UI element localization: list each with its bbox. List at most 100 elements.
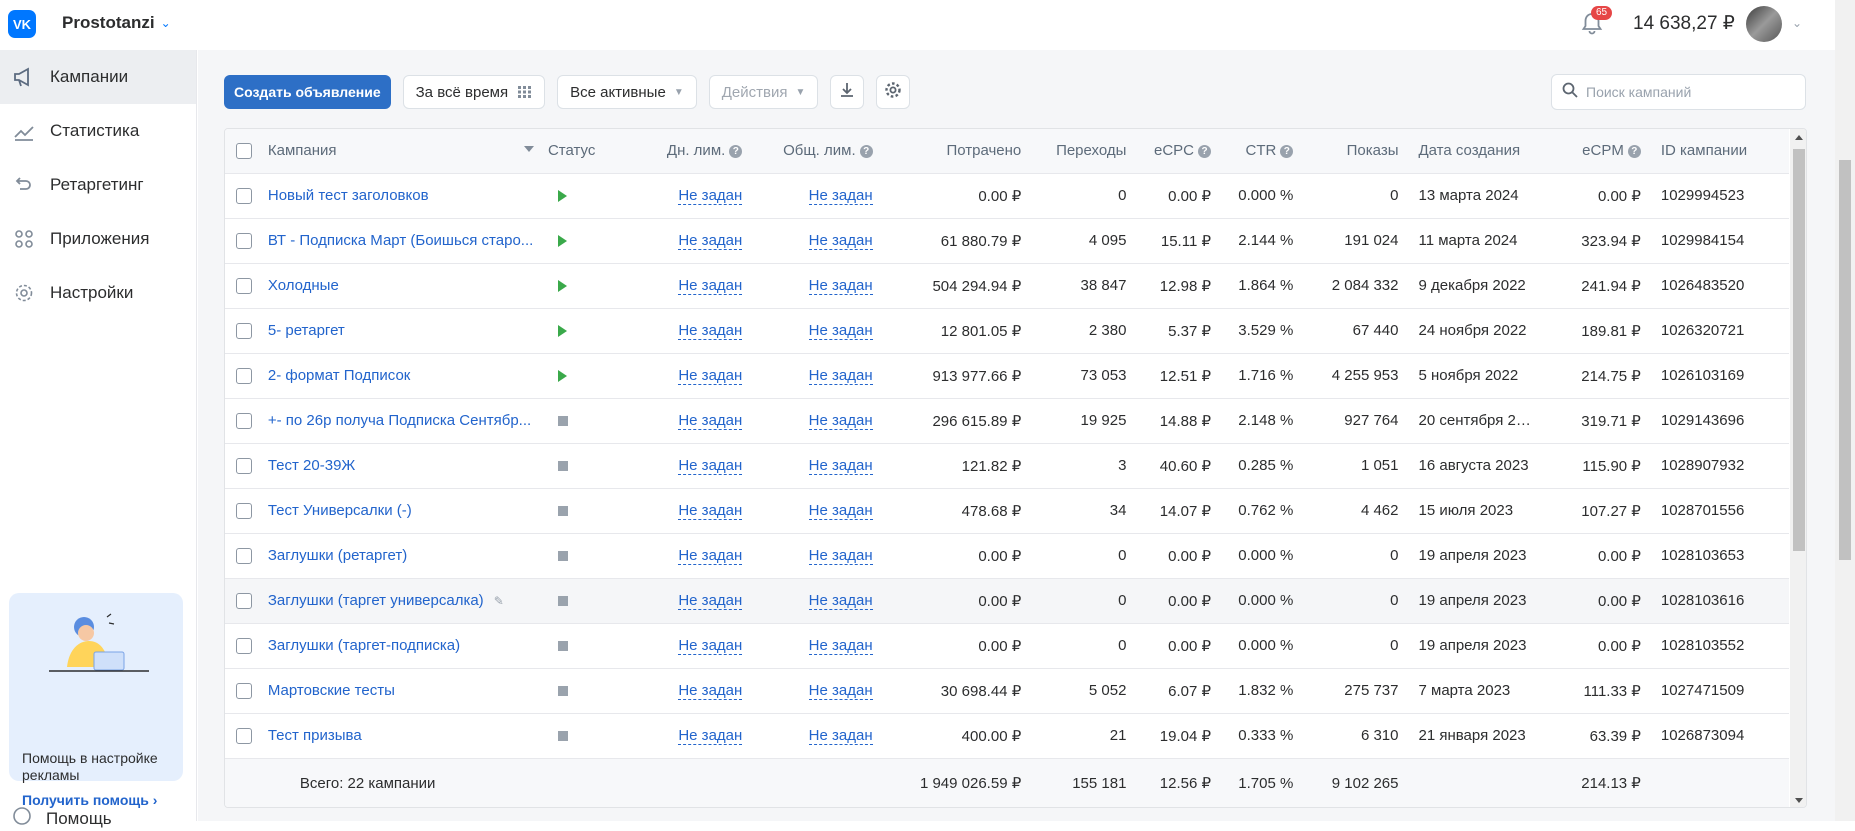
sidebar-item-campaigns[interactable]: Кампании xyxy=(0,50,196,104)
campaign-name-cell[interactable]: Мартовские тесты xyxy=(263,668,544,714)
campaign-name-cell[interactable]: Заглушки (ретаргет) xyxy=(263,533,544,579)
account-balance[interactable]: 14 638,27 ₽ xyxy=(1633,12,1735,35)
row-checkbox-cell[interactable] xyxy=(225,623,264,669)
help-icon[interactable]: ? xyxy=(729,145,743,159)
help-icon[interactable]: ? xyxy=(1280,145,1294,159)
table-row[interactable]: Заглушки (ретаргет) Не задан Не задан 0.00 … xyxy=(225,533,1789,579)
row-checkbox-cell[interactable] xyxy=(225,218,264,264)
day-limit-link[interactable]: Не задан xyxy=(678,682,743,700)
campaign-name-link[interactable]: Заглушки (ретаргет) xyxy=(268,547,407,564)
row-checkbox-cell[interactable] xyxy=(225,398,264,444)
table-row[interactable]: Тест призыва Не задан Не задан 400.00 ₽21 19… xyxy=(225,713,1789,759)
row-checkbox-cell[interactable] xyxy=(225,713,264,759)
status-active-icon[interactable] xyxy=(557,325,567,338)
status-stopped-icon[interactable] xyxy=(557,641,568,652)
status-cell[interactable] xyxy=(543,488,636,534)
status-cell[interactable] xyxy=(543,623,636,669)
total-limit-cell[interactable]: Не задан xyxy=(746,173,877,219)
col-clicks[interactable]: Переходы xyxy=(1025,129,1131,174)
create-ad-button[interactable]: Создать объявление xyxy=(224,75,391,109)
sidebar-item-apps[interactable]: Приложения xyxy=(0,212,196,266)
status-cell[interactable] xyxy=(543,353,636,399)
status-cell[interactable] xyxy=(543,668,636,714)
total-limit-link[interactable]: Не задан xyxy=(808,412,873,430)
row-checkbox-cell[interactable] xyxy=(225,308,264,354)
campaign-name-cell[interactable]: 2- формат Подписок xyxy=(263,353,544,399)
campaign-name-link[interactable]: ВТ - Подписка Март (Боишься старо... xyxy=(268,232,533,249)
status-stopped-icon[interactable] xyxy=(557,596,568,607)
sidebar-item-retargeting[interactable]: Ретаргетинг xyxy=(0,158,196,212)
col-status[interactable]: Статус xyxy=(543,129,636,174)
day-limit-cell[interactable]: Не задан xyxy=(635,713,747,759)
status-cell[interactable] xyxy=(543,578,636,624)
col-campaign[interactable]: Кампания xyxy=(263,129,544,174)
actions-dropdown[interactable]: Действия ▼ xyxy=(708,75,819,109)
row-checkbox[interactable] xyxy=(236,683,253,700)
account-switcher[interactable]: Prostotanzi ⌄ xyxy=(62,13,171,33)
day-limit-cell[interactable]: Не задан xyxy=(635,443,747,489)
campaign-name-link[interactable]: Тест 20-39Ж xyxy=(268,457,355,474)
day-limit-link[interactable]: Не задан xyxy=(678,502,743,520)
day-limit-link[interactable]: Не задан xyxy=(678,322,743,340)
status-stopped-icon[interactable] xyxy=(557,551,568,562)
total-limit-cell[interactable]: Не задан xyxy=(746,533,877,579)
total-limit-link[interactable]: Не задан xyxy=(808,457,873,475)
row-checkbox-cell[interactable] xyxy=(225,488,264,534)
select-all-checkbox-cell[interactable] xyxy=(225,129,264,174)
status-active-icon[interactable] xyxy=(557,235,567,248)
row-checkbox[interactable] xyxy=(236,548,253,565)
campaign-search[interactable] xyxy=(1551,74,1806,110)
edit-pencil-icon[interactable]: ✎ xyxy=(494,594,504,608)
help-icon[interactable]: ? xyxy=(1627,145,1641,159)
table-row[interactable]: Заглушки (таргет универсалка) ✎ Не задан Не… xyxy=(225,578,1789,624)
table-row[interactable]: 2- формат Подписок Не задан Не задан 913 97… xyxy=(225,353,1789,399)
total-limit-link[interactable]: Не задан xyxy=(808,277,873,295)
table-row[interactable]: ВТ - Подписка Март (Боишься старо... Не з… xyxy=(225,218,1789,264)
table-scrollbar[interactable] xyxy=(1790,129,1806,807)
status-filter-dropdown[interactable]: Все активные ▼ xyxy=(557,75,697,109)
day-limit-link[interactable]: Не задан xyxy=(678,412,743,430)
campaign-name-cell[interactable]: 5- ретаргет xyxy=(263,308,544,354)
total-limit-link[interactable]: Не задан xyxy=(808,367,873,385)
status-active-icon[interactable] xyxy=(557,280,567,293)
row-checkbox[interactable] xyxy=(236,458,253,475)
total-limit-link[interactable]: Не задан xyxy=(808,187,873,205)
campaign-name-cell[interactable]: Новый тест заголовков xyxy=(263,173,544,219)
row-checkbox-cell[interactable] xyxy=(225,668,264,714)
col-ctr[interactable]: CTR? xyxy=(1215,129,1298,174)
total-limit-cell[interactable]: Не задан xyxy=(746,398,877,444)
campaign-name-link[interactable]: Мартовские тесты xyxy=(268,682,395,699)
row-checkbox-cell[interactable] xyxy=(225,443,264,489)
day-limit-link[interactable]: Не задан xyxy=(678,457,743,475)
day-limit-link[interactable]: Не задан xyxy=(678,592,743,610)
total-limit-cell[interactable]: Не задан xyxy=(746,578,877,624)
total-limit-link[interactable]: Не задан xyxy=(808,592,873,610)
sort-desc-icon[interactable] xyxy=(523,146,534,152)
status-stopped-icon[interactable] xyxy=(557,506,568,517)
day-limit-cell[interactable]: Не задан xyxy=(635,623,747,669)
col-id[interactable]: ID кампании xyxy=(1644,129,1789,174)
search-input[interactable] xyxy=(1586,84,1786,100)
col-ecpc[interactable]: eCPC? xyxy=(1130,129,1216,174)
row-checkbox-cell[interactable] xyxy=(225,263,264,309)
table-row[interactable]: Мартовские тесты Не задан Не задан 30 698.4… xyxy=(225,668,1789,714)
status-stopped-icon[interactable] xyxy=(557,461,568,472)
table-row[interactable]: 5- ретаргет Не задан Не задан 12 801.05 ₽2 … xyxy=(225,308,1789,354)
day-limit-cell[interactable]: Не задан xyxy=(635,533,747,579)
campaign-name-link[interactable]: Новый тест заголовков xyxy=(268,187,429,204)
row-checkbox-cell[interactable] xyxy=(225,173,264,219)
status-cell[interactable] xyxy=(543,173,636,219)
day-limit-link[interactable]: Не задан xyxy=(678,277,743,295)
vk-logo-icon[interactable]: VK xyxy=(8,10,36,38)
campaign-name-link[interactable]: Тест Универсалки (-) xyxy=(268,502,412,519)
help-icon[interactable]: ? xyxy=(1198,145,1212,159)
campaign-name-cell[interactable]: Заглушки (таргет-подписка) xyxy=(263,623,544,669)
total-limit-link[interactable]: Не задан xyxy=(808,232,873,250)
campaign-name-cell[interactable]: Холодные xyxy=(263,263,544,309)
status-active-icon[interactable] xyxy=(557,190,567,203)
row-checkbox-cell[interactable] xyxy=(225,533,264,579)
day-limit-link[interactable]: Не задан xyxy=(678,547,743,565)
col-total-limit[interactable]: Общ. лим.? xyxy=(746,129,877,174)
col-day-limit[interactable]: Дн. лим.? xyxy=(635,129,747,174)
day-limit-cell[interactable]: Не задан xyxy=(635,398,747,444)
